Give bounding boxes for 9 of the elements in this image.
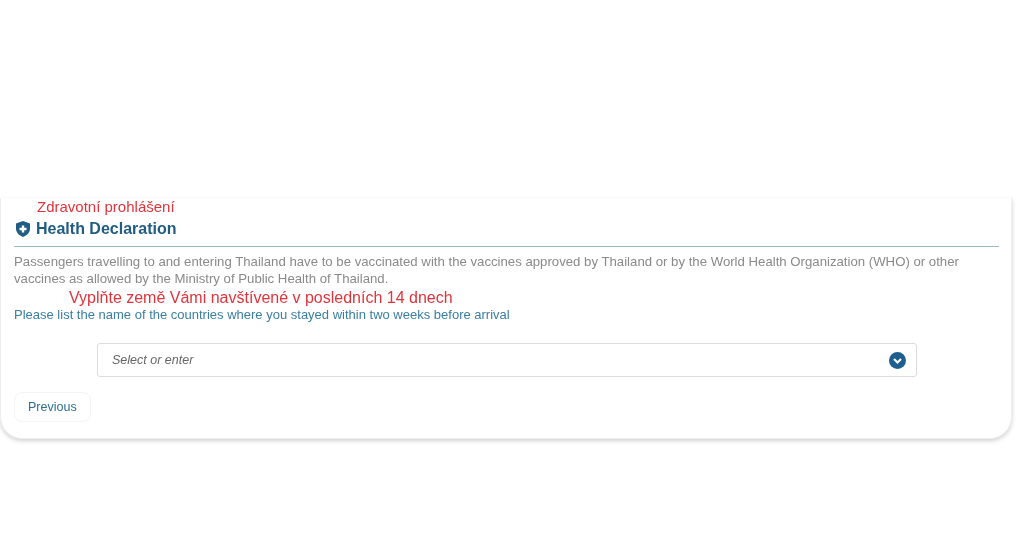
annotation: Vyplňte země Vámi navštívené v posledních 14 dnech bbox=[68, 289, 454, 307]
field-label: Please list the name of the countries where you stayed within two weeks before arrival bbox=[14, 307, 511, 322]
previous-button[interactable]: Previous bbox=[14, 392, 91, 422]
annotation: Zdravotní prohlášení bbox=[36, 198, 176, 216]
section-title: Health Declaration bbox=[36, 220, 177, 238]
countries-select[interactable]: Select or enter bbox=[97, 343, 917, 377]
vaccination-notice: Passengers travelling to and entering Thailand have to be vaccinated with the vaccines approved by Thailand or by the World Health Organization (WHO) or other vaccines as allowed by the Ministry of Public Health of Thailand. bbox=[14, 253, 960, 287]
shield-icon bbox=[16, 221, 30, 237]
chevron-down-icon bbox=[889, 351, 906, 369]
